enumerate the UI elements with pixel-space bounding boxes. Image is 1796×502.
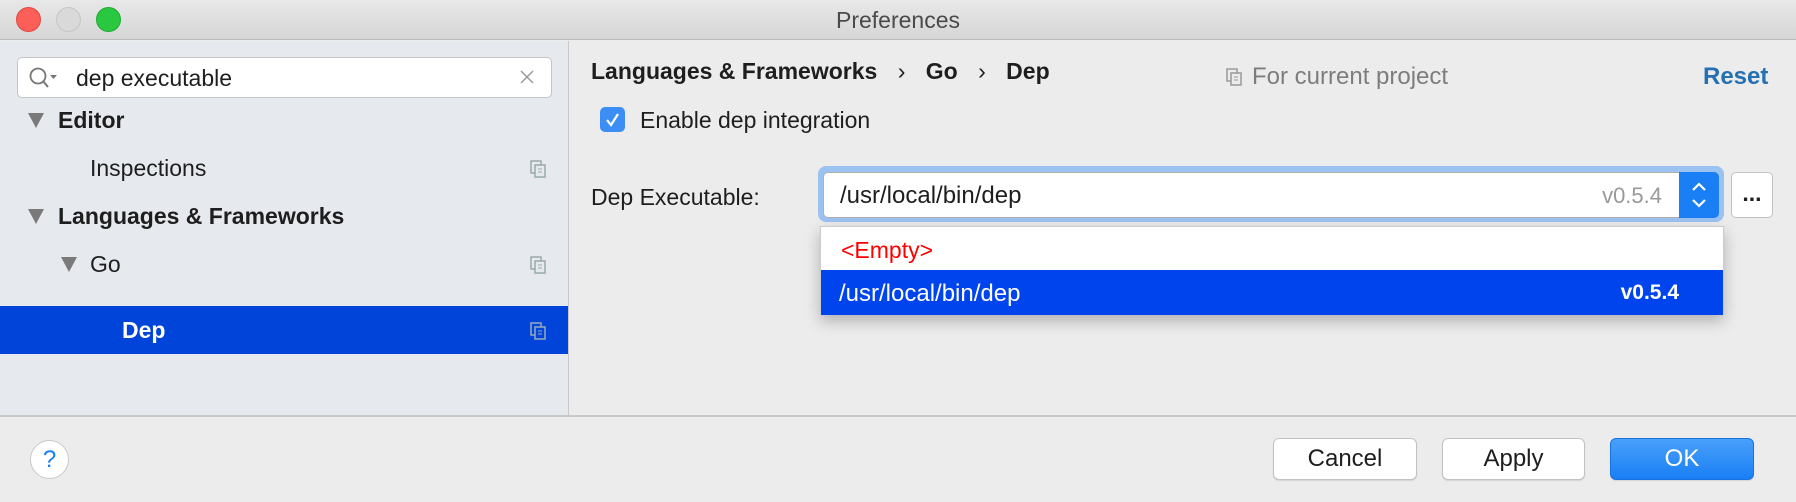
tree-item-languages-frameworks[interactable]: Languages & Frameworks [0,192,568,240]
dropdown-list: <Empty> /usr/local/bin/dep v0.5.4 [820,226,1724,315]
search-value: dep executable [76,65,233,91]
enable-dep-label: Enable dep integration [640,107,871,133]
clear-search-icon[interactable] [520,70,534,84]
tree-item-inspections[interactable]: Inspections [0,144,568,192]
dropdown-option-empty[interactable]: <Empty> [821,227,1723,270]
help-button[interactable]: ? [30,440,69,479]
dep-executable-combo[interactable]: /usr/local/bin/dep v0.5.4 [823,172,1719,218]
ok-button[interactable]: OK [1610,438,1754,480]
reset-link[interactable]: Reset [1703,63,1768,91]
project-scope-icon [1226,68,1242,86]
search-icon [29,67,57,88]
cancel-button[interactable]: Cancel [1273,438,1417,480]
combo-arrow-button[interactable] [1679,172,1719,218]
expanded-arrow-icon[interactable] [61,257,77,272]
window-title: Preferences [835,7,960,33]
up-down-chevron-icon [1692,182,1706,208]
tree-item-dep-selected[interactable]: Dep [0,306,568,354]
dep-executable-label: Dep Executable: [591,184,760,210]
expanded-arrow-icon[interactable] [28,113,44,128]
tree-item-go[interactable]: Go [0,240,568,288]
project-scope-icon [530,160,546,178]
dropdown-option-dep-selected[interactable]: /usr/local/bin/dep v0.5.4 [821,270,1723,315]
project-scope-icon [530,256,546,274]
project-scope-icon [530,322,546,340]
checkmark-icon [606,113,619,127]
expanded-arrow-icon[interactable] [28,209,44,224]
sidebar: dep executable Editor Inspections Langua… [0,41,569,415]
enable-dep-checkbox[interactable] [600,107,625,132]
scope-label: For current project [1252,63,1449,90]
search-input[interactable]: dep executable [17,57,552,98]
browse-button[interactable]: ... [1731,172,1773,218]
apply-button[interactable]: Apply [1442,438,1585,480]
tree-item-editor[interactable]: Editor [0,96,568,144]
title-bar: Preferences [0,0,1796,40]
breadcrumb: Languages & Frameworks › Go › Dep [591,58,1050,84]
